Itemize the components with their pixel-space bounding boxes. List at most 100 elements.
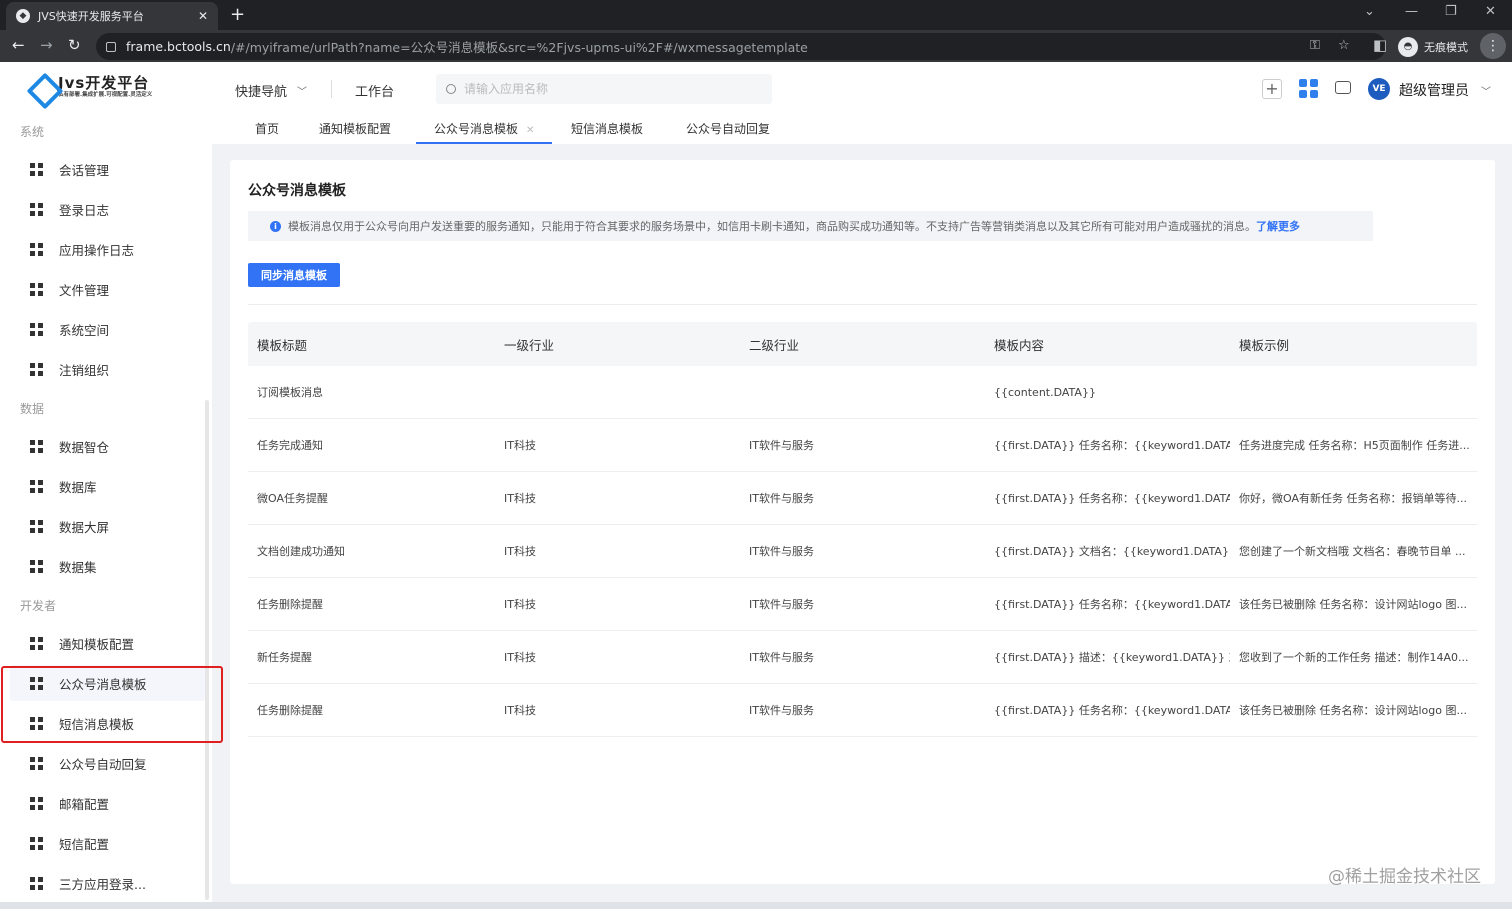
- message-icon[interactable]: [1335, 81, 1351, 94]
- table-cell: 你好，微OA有新任务 任务名称：报销单等待...: [1239, 492, 1467, 505]
- browser-tabbar: ◆ JVS快速开发服务平台 ✕ + ⌄ — ❐ ✕: [0, 0, 1512, 30]
- sidebar-item-label: 系统空间: [59, 322, 110, 338]
- reload-icon[interactable]: ↻: [68, 36, 81, 54]
- chevron-down-icon: ﹀: [1481, 86, 1491, 98]
- search-input[interactable]: [464, 82, 744, 96]
- table-header: 模板标题 一级行业 二级行业 模板内容 模板示例: [248, 322, 1477, 366]
- sidebar-group-system: 系统: [20, 125, 45, 139]
- maximize-icon[interactable]: ❐: [1445, 4, 1457, 19]
- table-row[interactable]: 任务删除提醒 IT科技 IT软件与服务 {{first.DATA}} 任务名称：…: [248, 684, 1477, 737]
- close-tab-icon[interactable]: ✕: [198, 9, 208, 23]
- minimize-icon[interactable]: —: [1405, 4, 1418, 19]
- sidebar-item-dataset[interactable]: 数据集: [10, 548, 205, 584]
- browser-tab[interactable]: ◆ JVS快速开发服务平台 ✕: [6, 2, 218, 30]
- bookmark-star-icon[interactable]: ☆: [1338, 38, 1350, 53]
- apps-grid-icon[interactable]: [1299, 79, 1318, 98]
- table-cell: {{first.DATA}} 任务名称：{{keyword1.DATA...: [994, 439, 1230, 452]
- app-header: Jvs开发平台 私有部署.集成扩展.可视配置.灵活定义 快捷导航 ﹀ 工作台 +…: [0, 62, 1512, 114]
- table-cell: {{first.DATA}} 描述：{{keyword1.DATA}} 工...: [994, 651, 1230, 664]
- sidebar-item-wx-auto-reply[interactable]: 公众号自动回复: [10, 745, 205, 781]
- logo-subtitle: 私有部署.集成扩展.可视配置.灵活定义: [58, 92, 153, 98]
- side-panel-icon[interactable]: ◧: [1373, 36, 1387, 54]
- sidebar-item-label: 数据库: [59, 479, 97, 495]
- sidebar-group-data: 数据: [20, 402, 45, 416]
- sidebar-item-system-space[interactable]: 系统空间: [10, 311, 205, 347]
- browser-menu-icon[interactable]: ⋮: [1480, 33, 1506, 59]
- back-icon[interactable]: ←: [12, 36, 25, 54]
- tab-sms-template[interactable]: 短信消息模板: [571, 114, 643, 144]
- sidebar-item-database[interactable]: 数据库: [10, 468, 205, 504]
- table-cell: IT软件与服务: [749, 492, 814, 505]
- close-tab-icon[interactable]: ✕: [526, 125, 534, 136]
- logo[interactable]: Jvs开发平台 私有部署.集成扩展.可视配置.灵活定义: [28, 74, 152, 100]
- sidebar-item-email-config[interactable]: 邮箱配置: [10, 785, 205, 821]
- new-tab-icon[interactable]: +: [230, 4, 245, 25]
- tab-wx-auto-reply[interactable]: 公众号自动回复: [686, 114, 770, 144]
- grid-icon: [30, 439, 43, 453]
- sidebar-item-session[interactable]: 会话管理: [10, 151, 205, 187]
- table-row[interactable]: 文档创建成功通知 IT科技 IT软件与服务 {{first.DATA}} 文档名…: [248, 525, 1477, 578]
- tab-wx-template[interactable]: 公众号消息模板 ✕: [416, 114, 553, 144]
- workbench-link[interactable]: 工作台: [355, 81, 394, 100]
- key-icon[interactable]: ⚿: [1310, 38, 1320, 53]
- grid-icon: [30, 162, 43, 176]
- sidebar-item-label: 三方应用登录...: [59, 876, 146, 892]
- table-row[interactable]: 任务完成通知 IT科技 IT软件与服务 {{first.DATA}} 任务名称：…: [248, 419, 1477, 472]
- add-icon[interactable]: +: [1262, 79, 1282, 99]
- sidebar-item-label: 会话管理: [59, 162, 110, 178]
- table-cell: IT软件与服务: [749, 598, 814, 611]
- quick-nav-dropdown[interactable]: 快捷导航 ﹀: [235, 81, 307, 100]
- learn-more-link[interactable]: 了解更多: [1256, 218, 1300, 234]
- sidebar-item-label: 数据大屏: [59, 519, 110, 535]
- table-row[interactable]: 订阅模板消息 {{content.DATA}}: [248, 366, 1477, 419]
- sidebar-item-notify-template[interactable]: 通知模板配置: [10, 625, 205, 661]
- page-title: 公众号消息模板: [248, 183, 346, 199]
- sidebar-item-data-screen[interactable]: 数据大屏: [10, 508, 205, 544]
- tab-notify-template[interactable]: 通知模板配置: [319, 114, 391, 144]
- sidebar-item-sms-config[interactable]: 短信配置: [10, 825, 205, 861]
- grid-icon: [30, 202, 43, 216]
- table-cell: IT软件与服务: [749, 704, 814, 717]
- sync-template-button[interactable]: 同步消息模板: [248, 263, 340, 287]
- app-search[interactable]: [436, 74, 772, 104]
- table-cell: IT软件与服务: [749, 439, 814, 452]
- sidebar-item-label: 公众号自动回复: [59, 756, 147, 772]
- sidebar-item-label: 文件管理: [59, 282, 110, 298]
- sidebar-group-developer: 开发者: [20, 599, 57, 613]
- table-cell: 您创建了一个新文档哦 文档名：春晚节目单 ...: [1239, 545, 1466, 558]
- sidebar-item-data-warehouse[interactable]: 数据智仓: [10, 428, 205, 464]
- grid-icon: [30, 559, 43, 573]
- incognito-indicator[interactable]: ◓ 无痕模式: [1398, 33, 1468, 60]
- sidebar: 系统 会话管理 登录日志 应用操作日志 文件管理 系统空间 注销组织 数据 数据…: [0, 114, 212, 909]
- quick-nav-label: 快捷导航: [235, 85, 288, 100]
- tab-search-icon[interactable]: ⌄: [1364, 4, 1375, 19]
- table-cell: IT软件与服务: [749, 545, 814, 558]
- avatar[interactable]: VE: [1368, 78, 1390, 100]
- column-header: 模板标题: [257, 337, 308, 353]
- grid-icon: [30, 242, 43, 256]
- sidebar-item-label: 登录日志: [59, 202, 110, 218]
- table-row[interactable]: 新任务提醒 IT科技 IT软件与服务 {{first.DATA}} 描述：{{k…: [248, 631, 1477, 684]
- table-cell: {{content.DATA}}: [994, 385, 1096, 399]
- table-row[interactable]: 微OA任务提醒 IT科技 IT软件与服务 {{first.DATA}} 任务名称…: [248, 472, 1477, 525]
- window-close-icon[interactable]: ✕: [1485, 4, 1496, 19]
- url-field[interactable]: frame.bctools.cn/#/myiframe/urlPath?name…: [96, 33, 1386, 60]
- sidebar-item-cancel-org[interactable]: 注销组织: [10, 351, 205, 387]
- logo-mark-icon: [28, 74, 54, 100]
- sidebar-item-third-party-login[interactable]: 三方应用登录...: [10, 865, 205, 901]
- incognito-label: 无痕模式: [1424, 40, 1468, 54]
- sidebar-item-label: 注销组织: [59, 362, 110, 378]
- sidebar-scrollbar[interactable]: [205, 400, 209, 900]
- sidebar-item-files[interactable]: 文件管理: [10, 271, 205, 307]
- user-menu[interactable]: 超级管理员 ﹀: [1399, 80, 1491, 100]
- tab-home[interactable]: 首页: [255, 114, 279, 144]
- table-row[interactable]: 任务删除提醒 IT科技 IT软件与服务 {{first.DATA}} 任务名称：…: [248, 578, 1477, 631]
- forward-icon[interactable]: →: [40, 36, 53, 54]
- grid-icon: [30, 836, 43, 850]
- table-cell: 新任务提醒: [257, 651, 312, 664]
- address-bar-row: ← → ↻ frame.bctools.cn/#/myiframe/urlPat…: [0, 30, 1512, 62]
- sidebar-item-app-log[interactable]: 应用操作日志: [10, 231, 205, 267]
- browser-tab-title: JVS快速开发服务平台: [38, 10, 144, 23]
- sidebar-item-login-log[interactable]: 登录日志: [10, 191, 205, 227]
- search-icon: [446, 84, 456, 94]
